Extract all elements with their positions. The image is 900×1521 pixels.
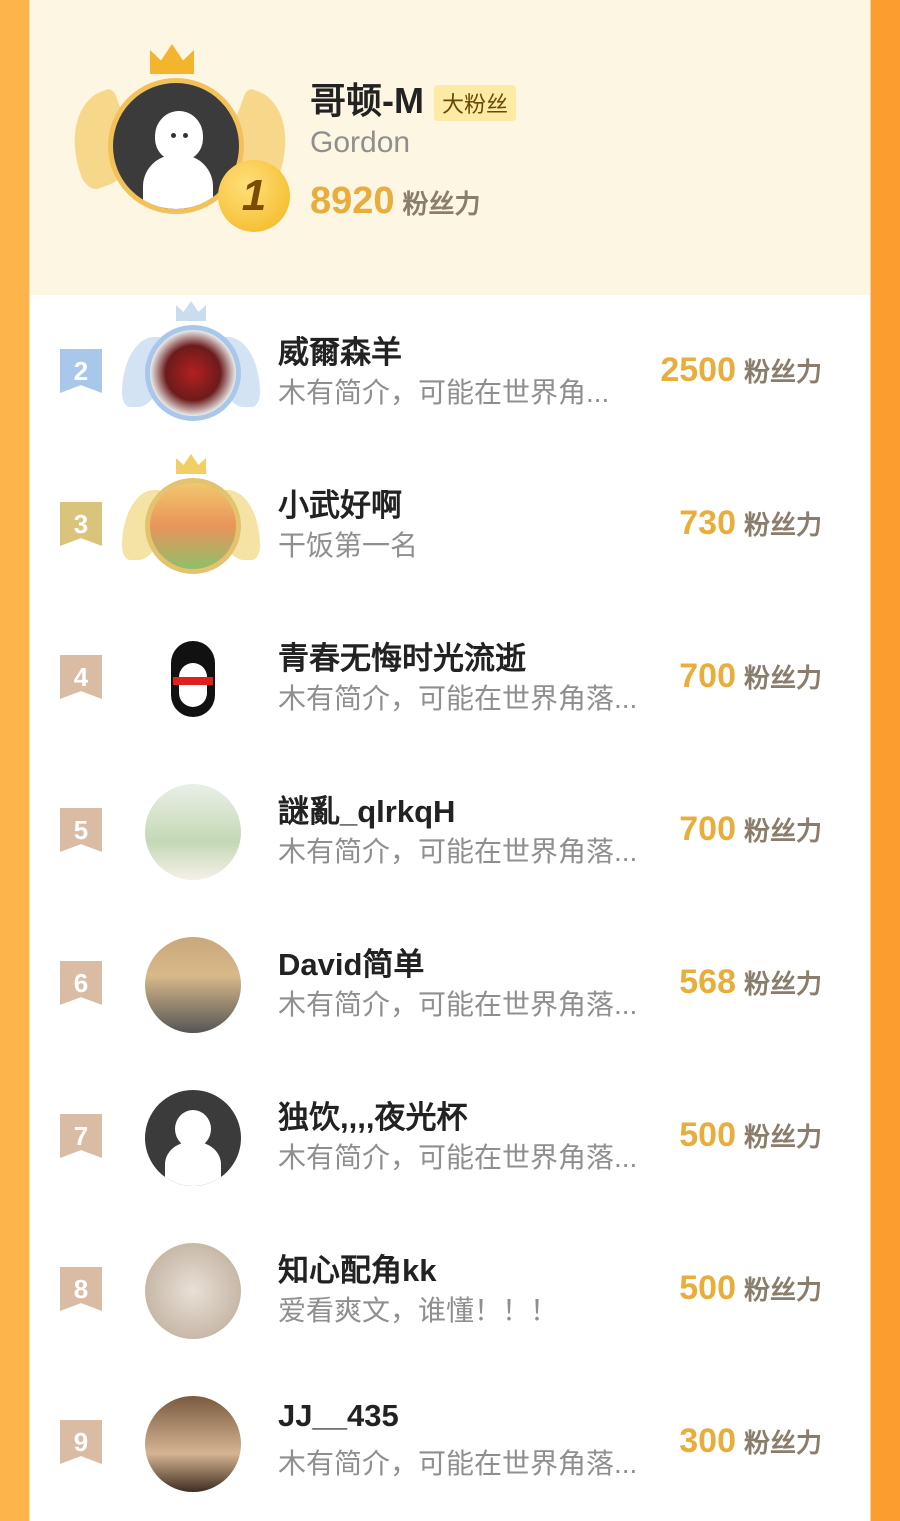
fan-name[interactable]: 威爾森羊 (278, 327, 402, 372)
ranking-row[interactable]: 4 青春无悔时光流逝 木有简介，可能在世界角落... 700 粉丝力 (30, 603, 870, 756)
fan-score: 730 粉丝力 (679, 504, 822, 542)
default-avatar-icon (155, 111, 203, 161)
fan-score: 568 粉丝力 (679, 963, 822, 1001)
penguin-icon (171, 641, 215, 717)
rank-badge: 5 (60, 808, 102, 852)
rank-badge: 2 (60, 349, 102, 393)
avatar[interactable] (145, 631, 241, 727)
fan-name[interactable]: 独饮,,,,夜光杯 (278, 1092, 467, 1137)
top-fan-card[interactable]: 1 哥顿-M 大粉丝 Gordon 8920 粉丝力 (30, 0, 870, 295)
crown-icon (176, 454, 206, 474)
fan-description: 木有简介，可能在世界角落... (278, 683, 638, 714)
fan-score: 500 粉丝力 (679, 1269, 822, 1307)
fan-score: 700 粉丝力 (679, 657, 822, 695)
fan-description: 木有简介，可能在世界角... (278, 377, 610, 408)
rank-badge: 8 (60, 1267, 102, 1311)
top-fan-score: 8920 粉丝力 (310, 180, 481, 222)
avatar[interactable] (145, 1396, 241, 1492)
rank-badge: 9 (60, 1420, 102, 1464)
fan-description: 干饭第一名 (278, 530, 419, 561)
fan-description: 木有简介，可能在世界角落... (278, 1142, 638, 1173)
ranking-row[interactable]: 6 David简单 木有简介，可能在世界角落... 568 粉丝力 (30, 909, 870, 1062)
fan-name[interactable]: 小武好啊 (278, 480, 402, 525)
fan-name[interactable]: 青春无悔时光流逝 (278, 633, 526, 678)
ranking-row[interactable]: 8 知心配角kk 爱看爽文，谁懂！！！ 500 粉丝力 (30, 1215, 870, 1368)
ranking-row[interactable]: 3 小武好啊 干饭第一名 730 粉丝力 (30, 450, 870, 603)
top-fan-subtitle: Gordon (310, 126, 411, 159)
fan-name[interactable]: David简单 (278, 939, 424, 984)
crown-icon (176, 301, 206, 321)
avatar[interactable] (145, 478, 241, 574)
avatar[interactable] (145, 1243, 241, 1339)
rank-badge: 7 (60, 1114, 102, 1158)
avatar[interactable] (145, 784, 241, 880)
top-avatar-frame: 1 (56, 40, 304, 240)
rank-badge: 6 (60, 961, 102, 1005)
fan-description: 木有简介，可能在世界角落... (278, 1448, 638, 1479)
ranking-row[interactable]: 2 威爾森羊 木有简介，可能在世界角... 2500 粉丝力 (30, 297, 870, 450)
fan-score: 2500 粉丝力 (660, 351, 822, 389)
fan-score: 500 粉丝力 (679, 1116, 822, 1154)
fan-score: 700 粉丝力 (679, 810, 822, 848)
ranking-row[interactable]: 9 JJ__435 木有简介，可能在世界角落... 300 粉丝力 (30, 1368, 870, 1521)
fan-description: 木有简介，可能在世界角落... (278, 989, 638, 1020)
top-fan-name[interactable]: 哥顿-M 大粉丝 (310, 72, 516, 124)
ranking-row[interactable]: 7 独饮,,,,夜光杯 木有简介，可能在世界角落... 500 粉丝力 (30, 1062, 870, 1215)
fan-name[interactable]: JJ__435 (278, 1398, 399, 1434)
avatar[interactable] (145, 937, 241, 1033)
fan-name[interactable]: 知心配角kk (278, 1245, 436, 1290)
ranking-row[interactable]: 5 謎亂_qlrkqH 木有简介，可能在世界角落... 700 粉丝力 (30, 756, 870, 909)
fan-score: 300 粉丝力 (679, 1422, 822, 1460)
crown-icon (150, 44, 194, 74)
avatar[interactable] (145, 325, 241, 421)
rank-badge: 3 (60, 502, 102, 546)
fan-description: 爱看爽文，谁懂！！！ (278, 1295, 559, 1326)
fan-level-badge: 大粉丝 (433, 85, 516, 122)
rank-medal: 1 (218, 160, 290, 232)
fan-description: 木有简介，可能在世界角落... (278, 836, 638, 867)
fan-ranking-panel: 1 哥顿-M 大粉丝 Gordon 8920 粉丝力 2 威爾森羊 木有简介，可能在… (30, 0, 870, 1500)
avatar[interactable] (145, 1090, 241, 1186)
fan-name[interactable]: 謎亂_qlrkqH (278, 786, 455, 831)
rank-badge: 4 (60, 655, 102, 699)
